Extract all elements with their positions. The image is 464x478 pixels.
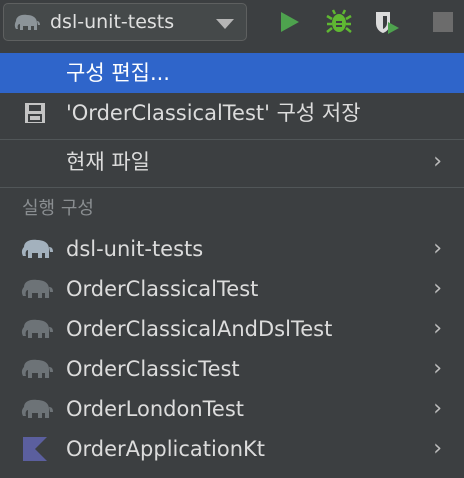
elephant-icon <box>21 319 53 338</box>
save-floppy-icon <box>25 103 45 123</box>
chevron-right-icon: › <box>433 436 442 461</box>
menu-separator <box>0 187 464 188</box>
run-with-coverage-icon[interactable] <box>374 9 400 35</box>
run-config-item[interactable]: OrderApplicationKt › <box>0 429 464 469</box>
menu-separator <box>0 139 464 140</box>
menu-item-label: 현재 파일 <box>66 150 150 174</box>
menu-item-label: 'OrderClassicalTest' 구성 저장 <box>66 101 361 125</box>
chevron-right-icon: › <box>433 396 442 421</box>
menu-item-save-configuration[interactable]: 'OrderClassicalTest' 구성 저장 <box>0 93 464 133</box>
chevron-right-icon: › <box>433 316 442 341</box>
chevron-right-icon: › <box>433 356 442 381</box>
chevron-down-icon <box>216 19 234 29</box>
run-config-label: OrderClassicTest <box>66 357 240 381</box>
run-config-item[interactable]: dsl-unit-tests › <box>0 229 464 269</box>
run-toolbar: dsl-unit-tests <box>0 0 464 46</box>
section-title-run-configurations: 실행 구성 <box>22 198 94 219</box>
elephant-icon <box>21 359 53 378</box>
run-config-dropdown[interactable]: dsl-unit-tests <box>3 3 247 41</box>
chevron-right-icon: › <box>433 236 442 261</box>
run-config-label: OrderClassicalTest <box>66 277 259 301</box>
menu-item-current-file[interactable]: 현재 파일 › <box>0 142 464 182</box>
debug-bug-icon[interactable] <box>326 9 352 35</box>
menu-item-edit-configurations[interactable]: 구성 편집... <box>0 53 464 93</box>
run-config-label: OrderClassicalAndDslTest <box>66 317 333 341</box>
chevron-right-icon: › <box>433 149 442 174</box>
run-config-item[interactable]: OrderLondonTest › <box>0 389 464 429</box>
run-config-label: dsl-unit-tests <box>66 237 204 261</box>
run-config-label: OrderLondonTest <box>66 397 245 421</box>
run-config-label: OrderApplicationKt <box>66 437 266 461</box>
run-config-item[interactable]: OrderClassicTest › <box>0 349 464 389</box>
run-config-item[interactable]: OrderClassicalAndDslTest › <box>0 309 464 349</box>
elephant-icon <box>14 14 40 30</box>
elephant-icon <box>21 399 53 418</box>
run-icon[interactable] <box>276 9 302 35</box>
chevron-right-icon: › <box>433 276 442 301</box>
run-config-popup-menu: 구성 편집... 'OrderClassicalTest' 구성 저장 현재 파… <box>0 46 464 478</box>
elephant-icon <box>21 279 53 298</box>
menu-item-label: 구성 편집... <box>66 61 170 85</box>
run-config-item[interactable]: OrderClassicalTest › <box>0 269 464 309</box>
elephant-icon <box>21 239 53 258</box>
run-config-name: dsl-unit-tests <box>50 11 175 33</box>
stop-icon[interactable] <box>430 9 456 35</box>
kotlin-icon <box>23 437 47 461</box>
